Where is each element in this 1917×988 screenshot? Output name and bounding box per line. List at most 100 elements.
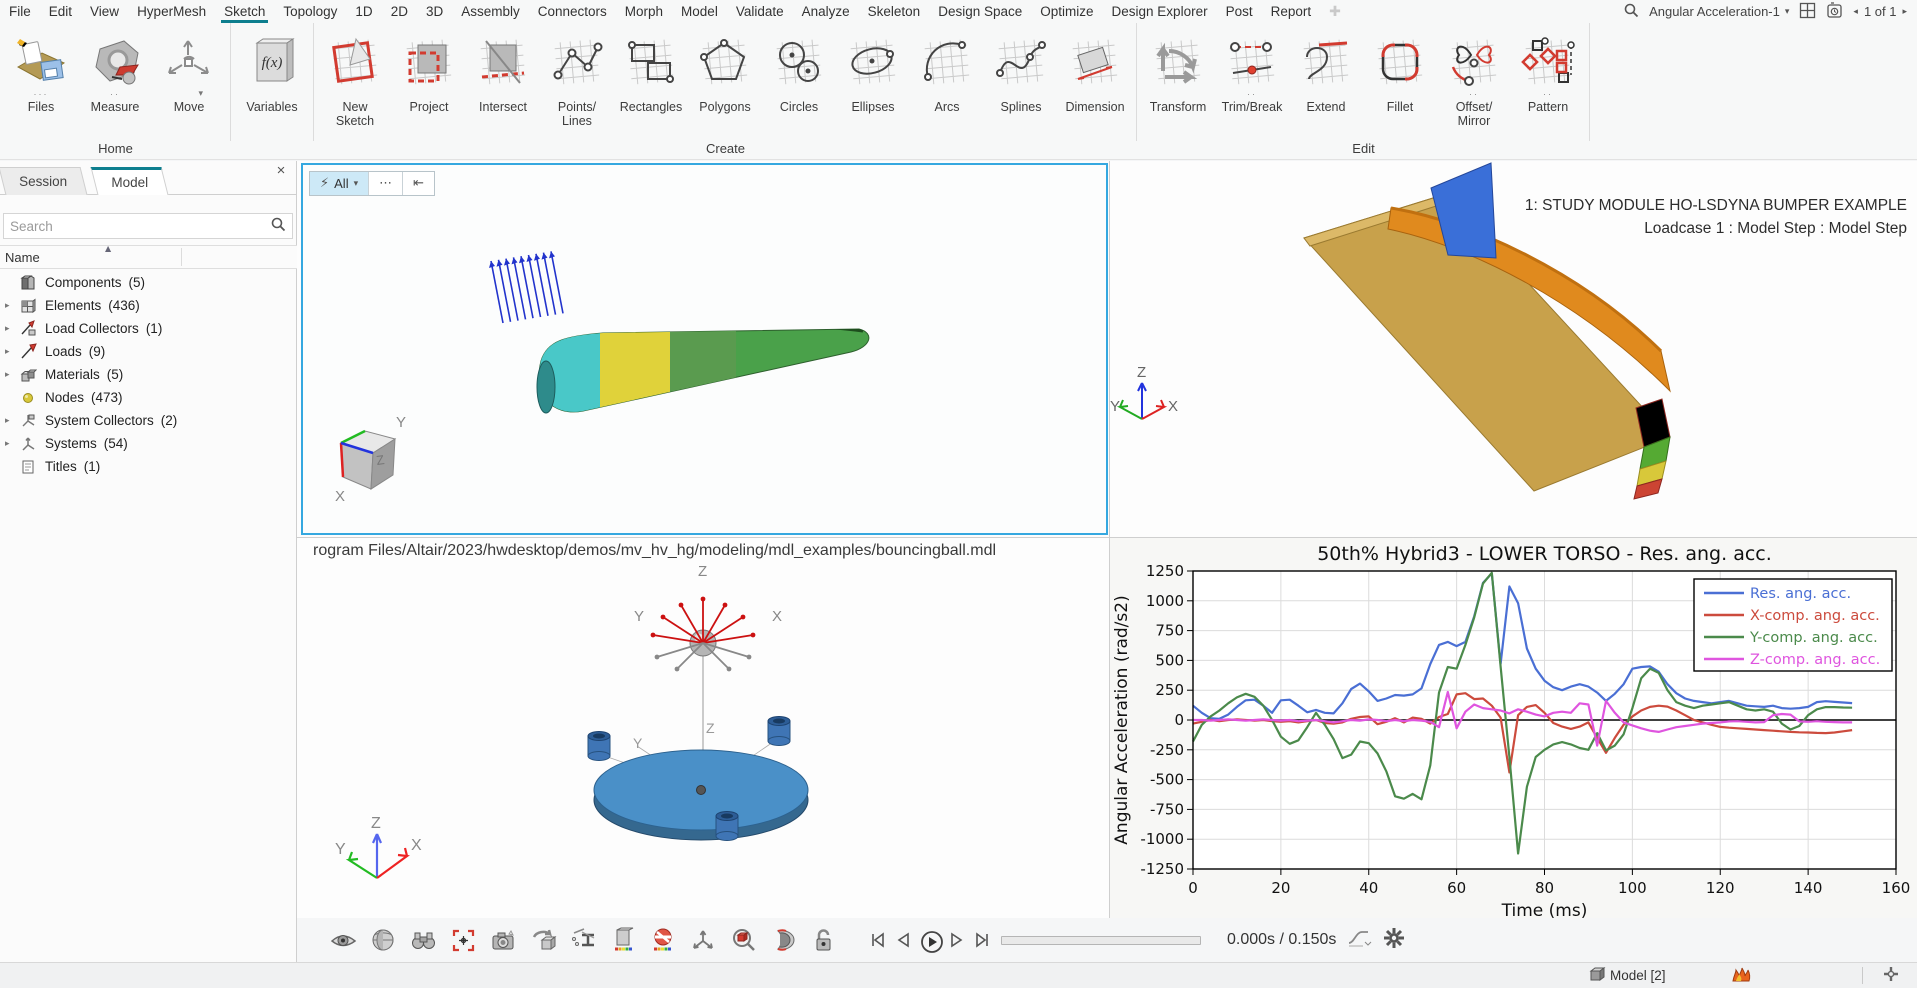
tree-row-materials[interactable]: ▸ Materials (5) bbox=[0, 363, 297, 386]
eye-icon[interactable] bbox=[330, 927, 357, 954]
section-icon[interactable] bbox=[570, 927, 597, 954]
ribbon-button-transform[interactable]: Transform bbox=[1141, 27, 1215, 141]
ribbon-button-files[interactable]: ··· Files bbox=[4, 27, 78, 141]
menu-skeleton[interactable]: Skeleton bbox=[859, 0, 930, 23]
skip-end-icon[interactable] bbox=[971, 929, 993, 951]
expand-caret-icon[interactable]: ▸ bbox=[5, 416, 19, 426]
flame-icon[interactable] bbox=[1730, 965, 1752, 986]
ribbon-button-measure[interactable]: ·· Measure bbox=[78, 27, 152, 141]
ribbon-button-fillet[interactable]: Fillet bbox=[1363, 27, 1437, 141]
lock-icon[interactable] bbox=[810, 927, 837, 954]
collapse-toolbar-button[interactable]: ⇤ bbox=[403, 172, 434, 195]
tree-row-systems[interactable]: ▸ Systems (54) bbox=[0, 432, 297, 455]
menu-optimize[interactable]: Optimize bbox=[1031, 0, 1102, 23]
ribbon-button-pattern[interactable]: ·· Pattern bbox=[1511, 27, 1585, 141]
skip-start-icon[interactable] bbox=[867, 929, 889, 951]
menu-design-space[interactable]: Design Space bbox=[929, 0, 1031, 23]
animation-curve-icon[interactable] bbox=[1346, 927, 1372, 954]
menu-morph[interactable]: Morph bbox=[616, 0, 672, 23]
gear-icon[interactable] bbox=[1382, 926, 1406, 955]
ribbon-button-intersect[interactable]: Intersect bbox=[466, 27, 540, 141]
step-forward-icon[interactable] bbox=[945, 929, 967, 951]
previous-page-icon[interactable]: ◂ bbox=[1853, 7, 1858, 17]
ribbon-button-move[interactable]: ▾ Move bbox=[152, 27, 226, 141]
close-icon[interactable]: × bbox=[272, 161, 290, 179]
fit-view-icon[interactable] bbox=[450, 927, 477, 954]
expand-caret-icon[interactable]: ▸ bbox=[5, 301, 19, 311]
menu-topology[interactable]: Topology bbox=[274, 0, 346, 23]
menu-post[interactable]: Post bbox=[1217, 0, 1262, 23]
zoom-cube-icon[interactable] bbox=[730, 927, 757, 954]
next-page-icon[interactable]: ▸ bbox=[1902, 7, 1907, 17]
menu-analyze[interactable]: Analyze bbox=[793, 0, 859, 23]
ribbon-button-polygons[interactable]: Polygons bbox=[688, 27, 762, 141]
camera-icon[interactable] bbox=[490, 927, 517, 954]
report-view-selector[interactable]: Angular Acceleration-1 ▾ bbox=[1649, 4, 1789, 19]
menu-1d[interactable]: 1D bbox=[346, 0, 381, 23]
layout-grid-icon[interactable] bbox=[1799, 2, 1816, 22]
tree-row-load-collectors[interactable]: ▸ Load Collectors (1) bbox=[0, 317, 297, 340]
viewport-bouncing-ball[interactable]: rogram Files/Altair/2023/hwdesktop/demos… bbox=[297, 538, 1109, 918]
ribbon-button-rectangles[interactable]: Rectangles bbox=[614, 27, 688, 141]
tree-row-system-collectors[interactable]: ▸ System Collectors (2) bbox=[0, 409, 297, 432]
expand-caret-icon[interactable]: ▸ bbox=[5, 347, 19, 357]
ribbon-button-trim-break[interactable]: ·· Trim/Break bbox=[1215, 27, 1289, 141]
search-icon[interactable] bbox=[1623, 2, 1639, 21]
ribbon-button-ellipses[interactable]: Ellipses bbox=[836, 27, 910, 141]
ribbon-button-circles[interactable]: Circles bbox=[762, 27, 836, 141]
binoculars-icon[interactable] bbox=[410, 927, 437, 954]
ribbon-button-points--lines[interactable]: Points/ Lines bbox=[540, 27, 614, 141]
ribbon-button-project[interactable]: Project bbox=[392, 27, 466, 141]
menu-report[interactable]: Report bbox=[1262, 0, 1321, 23]
viewport-chart[interactable]: 0 20 40 60 80 100 120 140 160 -1250 -100… bbox=[1110, 538, 1917, 918]
menu-file[interactable]: File bbox=[0, 0, 40, 23]
viewport-bumper-model[interactable]: 1: STUDY MODULE HO-LSDYNA BUMPER EXAMPLE… bbox=[1110, 161, 1917, 537]
menu-sketch[interactable]: Sketch bbox=[215, 0, 274, 23]
ribbon-button-offset--mirror[interactable]: ·· Offset/ Mirror bbox=[1437, 27, 1511, 141]
panel-tab-model[interactable]: Model bbox=[91, 167, 169, 195]
status-settings-icon[interactable] bbox=[1882, 965, 1900, 986]
menu-2d[interactable]: 2D bbox=[382, 0, 417, 23]
schedule-icon[interactable] bbox=[1826, 2, 1843, 22]
mask-panel-icon[interactable] bbox=[610, 927, 637, 954]
expand-caret-icon[interactable]: ▸ bbox=[5, 324, 19, 334]
menu-3d[interactable]: 3D bbox=[417, 0, 452, 23]
viewport-mesh-model[interactable]: ⚡ All ▾ ⋯ ⇤ bbox=[301, 163, 1108, 535]
menu-view[interactable]: View bbox=[81, 0, 128, 23]
globe-icon[interactable] bbox=[370, 927, 397, 954]
panel-tab-session[interactable]: Session bbox=[0, 167, 88, 195]
menu-hypermesh[interactable]: HyperMesh bbox=[128, 0, 215, 23]
tree-row-nodes[interactable]: Nodes (473) bbox=[0, 386, 297, 409]
menu-model[interactable]: Model bbox=[672, 0, 727, 23]
entity-filter-button[interactable]: ⚡ All ▾ bbox=[310, 172, 369, 195]
rotate-cube-icon[interactable] bbox=[530, 927, 557, 954]
ribbon-button-extend[interactable]: Extend bbox=[1289, 27, 1363, 141]
add-ribbon-page-icon[interactable]: ✚ bbox=[1320, 0, 1350, 23]
menu-connectors[interactable]: Connectors bbox=[529, 0, 616, 23]
ribbon-button-splines[interactable]: Splines bbox=[984, 27, 1058, 141]
menu-design-explorer[interactable]: Design Explorer bbox=[1103, 0, 1217, 23]
ribbon-button-variables[interactable]: f(x) Variables bbox=[235, 27, 309, 141]
expand-caret-icon[interactable]: ▸ bbox=[5, 370, 19, 380]
ribbon-button-dimension[interactable]: Dimension bbox=[1058, 27, 1132, 141]
more-options-button[interactable]: ⋯ bbox=[369, 172, 403, 195]
expand-caret-icon[interactable]: ▸ bbox=[5, 439, 19, 449]
tree-row-titles[interactable]: Titles (1) bbox=[0, 455, 297, 478]
tree-row-components[interactable]: Components (5) bbox=[0, 271, 297, 294]
play-icon[interactable] bbox=[919, 929, 941, 951]
ribbon-button-arcs[interactable]: Arcs bbox=[910, 27, 984, 141]
ribbon-button-new-sketch[interactable]: New Sketch bbox=[318, 27, 392, 141]
menu-assembly[interactable]: Assembly bbox=[452, 0, 529, 23]
animation-slider[interactable] bbox=[1001, 936, 1201, 945]
menu-validate[interactable]: Validate bbox=[727, 0, 793, 23]
menu-edit[interactable]: Edit bbox=[40, 0, 81, 23]
tree-row-loads[interactable]: ▸ Loads (9) bbox=[0, 340, 297, 363]
tree-header[interactable]: Name ▲ bbox=[0, 245, 297, 269]
mask-off-icon[interactable] bbox=[650, 927, 677, 954]
status-model-entry[interactable]: Model [2] bbox=[1588, 965, 1666, 986]
triad-icon[interactable] bbox=[690, 927, 717, 954]
step-back-icon[interactable] bbox=[893, 929, 915, 951]
search-input[interactable] bbox=[10, 219, 270, 234]
view-headrest-icon[interactable] bbox=[770, 927, 797, 954]
tree-row-elements[interactable]: ▸ Elements (436) bbox=[0, 294, 297, 317]
